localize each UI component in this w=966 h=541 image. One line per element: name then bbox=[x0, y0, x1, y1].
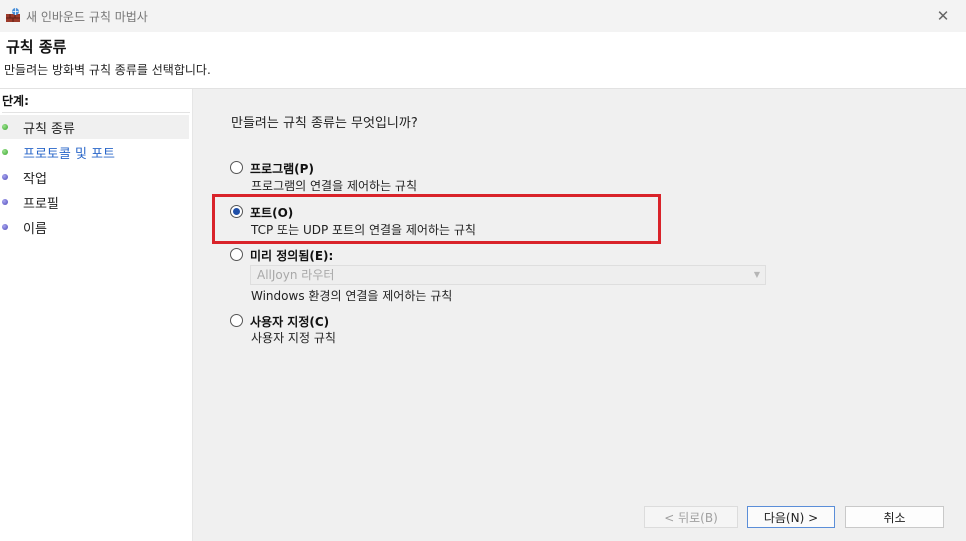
port-option-description: TCP 또는 UDP 포트의 연결을 제어하는 규칙 bbox=[251, 223, 476, 237]
predefined-option-description: Windows 환경의 연결을 제어하는 규칙 bbox=[251, 289, 453, 303]
wizard-content: 만들려는 규칙 종류는 무엇입니까? 프로그램(P) 프로그램의 연결을 제어하… bbox=[193, 89, 966, 541]
step-label: 프로필 bbox=[23, 196, 59, 212]
custom-option-description: 사용자 지정 규칙 bbox=[251, 331, 336, 345]
program-radio[interactable] bbox=[230, 161, 243, 174]
port-option-label[interactable]: 포트(O) bbox=[250, 204, 293, 221]
page-title: 규칙 종류 bbox=[6, 38, 67, 56]
step-profile: 프로필 bbox=[0, 190, 189, 214]
close-icon: ✕ bbox=[936, 7, 950, 25]
steps-sidebar: 단계: 규칙 종류 프로토콜 및 포트 작업 프로필 이름 bbox=[0, 89, 193, 541]
step-pending-icon bbox=[2, 174, 8, 180]
program-option-description: 프로그램의 연결을 제어하는 규칙 bbox=[251, 179, 418, 193]
close-button[interactable]: ✕ bbox=[920, 0, 966, 32]
predefined-select[interactable]: AllJoyn 라우터 ▼ bbox=[250, 265, 766, 285]
page-description: 만들려는 방화벽 규칙 종류를 선택합니다. bbox=[4, 63, 211, 77]
cancel-button[interactable]: 취소 bbox=[845, 506, 944, 528]
custom-radio[interactable] bbox=[230, 314, 243, 327]
step-label: 작업 bbox=[23, 171, 47, 187]
predefined-option-label[interactable]: 미리 정의됨(E): bbox=[250, 247, 333, 264]
step-complete-icon bbox=[2, 149, 8, 155]
back-button[interactable]: < 뒤로(B) bbox=[644, 506, 738, 528]
step-pending-icon bbox=[2, 199, 8, 205]
wizard-header: 규칙 종류 만들려는 방화벽 규칙 종류를 선택합니다. bbox=[0, 32, 966, 89]
step-name: 이름 bbox=[0, 215, 189, 239]
step-complete-icon bbox=[2, 124, 8, 130]
step-pending-icon bbox=[2, 224, 8, 230]
step-protocol-ports[interactable]: 프로토콜 및 포트 bbox=[0, 140, 189, 164]
steps-heading: 단계: bbox=[2, 92, 190, 113]
predefined-select-value: AllJoyn 라우터 bbox=[257, 268, 335, 282]
step-action: 작업 bbox=[0, 165, 189, 189]
next-button[interactable]: 다음(N) > bbox=[747, 506, 835, 528]
firewall-wall-icon bbox=[6, 8, 20, 22]
step-label: 이름 bbox=[23, 221, 47, 237]
chevron-down-icon: ▼ bbox=[753, 270, 760, 279]
custom-option-label[interactable]: 사용자 지정(C) bbox=[250, 313, 329, 330]
port-radio[interactable] bbox=[230, 205, 243, 218]
step-label[interactable]: 프로토콜 및 포트 bbox=[23, 143, 115, 162]
question-text: 만들려는 규칙 종류는 무엇입니까? bbox=[231, 116, 418, 131]
title-bar: 새 인바운드 규칙 마법사 ✕ bbox=[0, 0, 966, 32]
predefined-radio[interactable] bbox=[230, 248, 243, 261]
step-rule-type: 규칙 종류 bbox=[0, 115, 189, 139]
program-option-label[interactable]: 프로그램(P) bbox=[250, 160, 314, 177]
step-label: 규칙 종류 bbox=[23, 121, 75, 137]
window-title: 새 인바운드 규칙 마법사 bbox=[26, 10, 148, 24]
